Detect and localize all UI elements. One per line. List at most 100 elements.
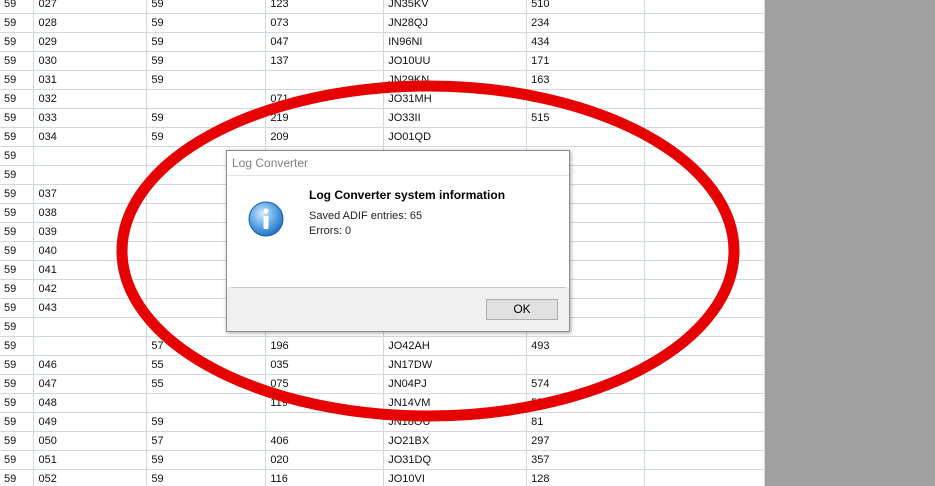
table-cell[interactable]: 59	[146, 0, 267, 14]
table-cell[interactable]: JO21BX	[383, 431, 528, 451]
table-cell[interactable]: JN14VM	[383, 393, 528, 413]
table-cell[interactable]: 116	[265, 469, 385, 486]
table-cell[interactable]: 163	[526, 70, 646, 90]
table-cell[interactable]: 049	[33, 412, 148, 432]
table-cell[interactable]: 434	[526, 32, 646, 52]
table-cell[interactable]: 034	[33, 127, 148, 147]
table-cell[interactable]: 59	[0, 13, 35, 33]
table-cell[interactable]: 406	[265, 431, 385, 451]
table-cell-empty[interactable]	[644, 450, 765, 470]
table-cell[interactable]: 59	[0, 0, 35, 14]
table-cell[interactable]: 051	[33, 450, 148, 470]
table-cell[interactable]: 037	[33, 184, 148, 204]
table-cell[interactable]: 59	[146, 51, 267, 71]
table-cell[interactable]: 035	[265, 355, 385, 375]
table-cell-empty[interactable]	[644, 127, 765, 147]
table-cell[interactable]: JO31DQ	[383, 450, 528, 470]
table-cell[interactable]: 234	[526, 13, 646, 33]
table-cell[interactable]: 128	[526, 469, 646, 486]
table-cell-empty[interactable]	[644, 431, 765, 451]
table-cell[interactable]: JO33II	[383, 108, 528, 128]
table-cell[interactable]	[265, 70, 385, 90]
table-cell[interactable]: JN35KV	[383, 0, 528, 14]
table-cell[interactable]: 357	[526, 450, 646, 470]
table-cell[interactable]: 052	[33, 469, 148, 486]
table-cell[interactable]: JO42AH	[383, 336, 528, 356]
table-cell[interactable]: 59	[0, 165, 35, 185]
table-cell-empty[interactable]	[644, 70, 765, 90]
table-cell[interactable]: 59	[0, 127, 35, 147]
table-cell[interactable]: 59	[146, 450, 267, 470]
table-cell[interactable]: 59	[0, 469, 35, 486]
table-cell[interactable]: 510	[526, 0, 646, 14]
table-cell[interactable]	[33, 317, 148, 337]
table-cell[interactable]: 046	[33, 355, 148, 375]
table-cell[interactable]: 574	[526, 374, 646, 394]
table-cell[interactable]: 59	[0, 51, 35, 71]
table-cell-empty[interactable]	[644, 13, 765, 33]
table-cell-empty[interactable]	[644, 89, 765, 109]
table-cell[interactable]: 59	[0, 336, 35, 356]
ok-button[interactable]: OK	[486, 299, 558, 320]
table-cell[interactable]: 59	[146, 127, 267, 147]
table-cell[interactable]: 027	[33, 0, 148, 14]
table-cell[interactable]: 59	[0, 222, 35, 242]
table-cell[interactable]: 071	[265, 89, 385, 109]
table-cell[interactable]: JO10UU	[383, 51, 528, 71]
table-cell-empty[interactable]	[644, 260, 765, 280]
table-cell-empty[interactable]	[644, 51, 765, 71]
table-cell[interactable]: 59	[146, 13, 267, 33]
table-cell[interactable]: 59	[0, 393, 35, 413]
table-cell[interactable]: 59	[0, 89, 35, 109]
table-cell[interactable]: 59	[0, 146, 35, 166]
table-cell[interactable]: 57	[146, 431, 267, 451]
table-cell[interactable]	[146, 393, 267, 413]
table-cell[interactable]: 59	[146, 412, 267, 432]
table-cell[interactable]: 209	[265, 127, 385, 147]
table-cell[interactable]: 047	[265, 32, 385, 52]
table-cell-empty[interactable]	[644, 32, 765, 52]
table-cell[interactable]	[526, 127, 646, 147]
table-cell-empty[interactable]	[644, 336, 765, 356]
table-cell[interactable]	[146, 89, 267, 109]
table-cell[interactable]: 043	[33, 298, 148, 318]
table-cell[interactable]: 55	[146, 355, 267, 375]
table-cell[interactable]	[33, 165, 148, 185]
table-cell-empty[interactable]	[644, 298, 765, 318]
table-cell-empty[interactable]	[644, 146, 765, 166]
table-cell[interactable]: 558	[526, 393, 646, 413]
table-cell[interactable]	[33, 146, 148, 166]
table-cell-empty[interactable]	[644, 412, 765, 432]
table-cell[interactable]: 047	[33, 374, 148, 394]
table-cell-empty[interactable]	[644, 317, 765, 337]
table-cell[interactable]: 59	[0, 355, 35, 375]
table-cell[interactable]: 59	[146, 469, 267, 486]
table-cell-empty[interactable]	[644, 241, 765, 261]
table-cell[interactable]	[33, 336, 148, 356]
table-cell[interactable]: 59	[0, 260, 35, 280]
table-cell-empty[interactable]	[644, 469, 765, 486]
table-cell[interactable]: 020	[265, 450, 385, 470]
table-cell[interactable]: 59	[0, 184, 35, 204]
table-cell[interactable]: 515	[526, 108, 646, 128]
table-cell-empty[interactable]	[644, 165, 765, 185]
table-cell[interactable]: 031	[33, 70, 148, 90]
table-cell[interactable]: JN18OU	[383, 412, 528, 432]
table-cell-empty[interactable]	[644, 222, 765, 242]
table-cell[interactable]: JO01QD	[383, 127, 528, 147]
table-cell[interactable]: 59	[146, 108, 267, 128]
table-cell[interactable]: JO31MH	[383, 89, 528, 109]
table-cell[interactable]: 59	[0, 374, 35, 394]
table-cell[interactable]: 073	[265, 13, 385, 33]
table-cell[interactable]: IN96NI	[383, 32, 528, 52]
table-cell[interactable]: 123	[265, 0, 385, 14]
table-cell[interactable]: 59	[0, 412, 35, 432]
table-cell[interactable]: 59	[0, 298, 35, 318]
table-cell[interactable]: 59	[0, 32, 35, 52]
table-cell[interactable]: 59	[0, 317, 35, 337]
table-cell[interactable]: 196	[265, 336, 385, 356]
table-cell[interactable]: 171	[526, 51, 646, 71]
table-cell-empty[interactable]	[644, 108, 765, 128]
table-cell[interactable]: 493	[526, 336, 646, 356]
table-cell-empty[interactable]	[644, 374, 765, 394]
